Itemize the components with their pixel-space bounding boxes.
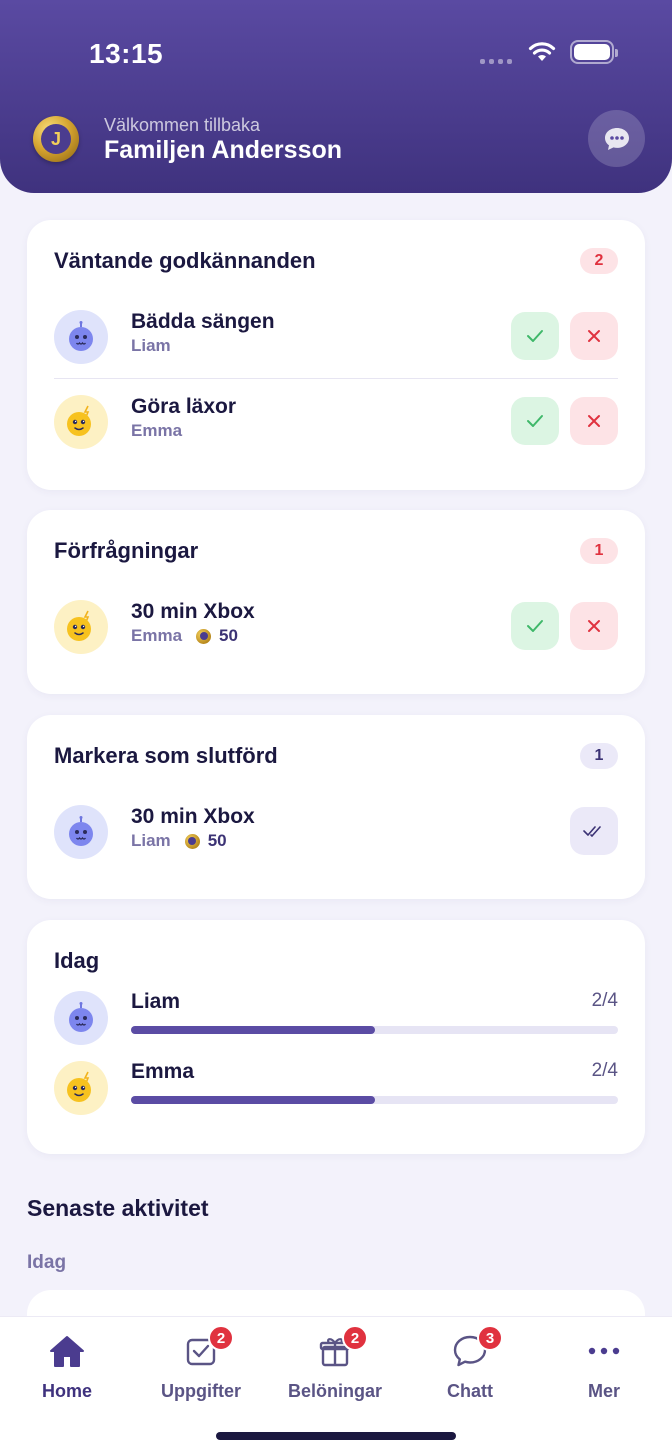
- tab-badge: 3: [477, 1325, 503, 1351]
- progress-count: 2/4: [591, 1060, 618, 1081]
- progress-child-name: Liam: [131, 990, 181, 1013]
- progress-child-name: Emma: [131, 1060, 195, 1083]
- pending-approvals-title: Väntande godkännanden: [54, 248, 316, 273]
- robot-face-icon: [69, 321, 93, 351]
- check-icon: [527, 330, 543, 342]
- today-card: Idag Liam 2/4 Emma 2/4: [27, 920, 645, 1154]
- approval-task-title: Göra läxor: [131, 395, 237, 418]
- tab-label: Home: [41, 1381, 92, 1401]
- more-dots-icon: [588, 1347, 620, 1355]
- mark-done-card: Markera som slutförd 1 30 min Xbox Liam …: [27, 715, 645, 899]
- liam-avatar: [54, 805, 108, 859]
- emma-avatar: [54, 395, 108, 449]
- double-check-icon: [583, 826, 601, 837]
- welcome-subtitle: Välkommen tillbaka: [104, 115, 261, 135]
- reject-button[interactable]: [570, 397, 618, 445]
- recent-activity-group-label: Idag: [27, 1252, 67, 1273]
- tab-tasks[interactable]: 2 Uppgifter: [134, 1325, 268, 1402]
- coin-icon: [184, 833, 200, 849]
- emma-avatar: [54, 1061, 108, 1115]
- approval-child-name: Liam: [131, 336, 171, 356]
- approve-button[interactable]: [511, 602, 559, 650]
- chat-bubble-icon: [604, 127, 629, 150]
- smiley-face-icon: [67, 1071, 91, 1102]
- coin-cost: 50: [219, 626, 238, 645]
- child-name: Emma: [131, 421, 183, 440]
- mark-done-title: Markera som slutförd: [54, 743, 278, 768]
- child-name: Liam: [131, 336, 171, 355]
- mark-done-count-badge: 1: [580, 743, 618, 769]
- mark-done-reward-title: 30 min Xbox: [131, 805, 255, 828]
- home-indicator: [216, 1432, 456, 1440]
- smiley-face-icon: [67, 610, 91, 641]
- coin-cost: 50: [207, 831, 227, 850]
- tab-label: Mer: [587, 1381, 620, 1401]
- robot-face-icon: [69, 1002, 93, 1032]
- tab-chat[interactable]: 3 Chatt: [403, 1325, 537, 1402]
- emma-avatar: [54, 600, 108, 654]
- pending-approvals-card: Väntande godkännanden 2 Bädda sängen Lia…: [27, 220, 645, 490]
- tab-more[interactable]: Mer: [537, 1331, 671, 1402]
- progress-row-liam: Liam 2/4: [54, 988, 618, 1048]
- requests-card: Förfrågningar 1 30 min Xbox Emma 50: [27, 510, 645, 694]
- smiley-face-icon: [67, 405, 91, 436]
- approval-task-title: Bädda sängen: [131, 310, 275, 333]
- request-meta: Emma 50: [131, 626, 238, 646]
- approval-child-name: Emma: [131, 421, 182, 441]
- pending-approvals-count-badge: 2: [580, 248, 618, 274]
- requests-title: Förfrågningar: [54, 538, 199, 563]
- approval-row-emma: Göra läxor Emma: [54, 392, 618, 452]
- tab-label: Uppgifter: [161, 1381, 241, 1401]
- progress-row-emma: Emma 2/4: [54, 1058, 618, 1118]
- progress-bar-fill: [131, 1096, 375, 1104]
- mark-done-button[interactable]: [570, 807, 618, 855]
- check-icon: [527, 620, 543, 632]
- coin-icon: [196, 628, 212, 644]
- progress-bar: [131, 1026, 618, 1034]
- tab-badge: 2: [208, 1325, 234, 1351]
- approve-button[interactable]: [511, 397, 559, 445]
- mark-done-meta: Liam 50: [131, 831, 227, 851]
- divider: [54, 378, 618, 379]
- family-logo: J: [33, 116, 79, 162]
- app-header: 13:15 J Välkommen tillbaka Familjen Ande…: [0, 0, 672, 193]
- approve-button[interactable]: [511, 312, 559, 360]
- close-icon: [588, 415, 600, 427]
- wifi-icon: [528, 42, 556, 61]
- liam-avatar: [54, 991, 108, 1045]
- family-name: Familjen Andersson: [104, 136, 343, 164]
- check-icon: [527, 415, 543, 427]
- signal-icon: [480, 58, 512, 64]
- child-name: Emma: [131, 626, 183, 645]
- recent-activity-title: Senaste aktivitet: [27, 1195, 209, 1221]
- tab-label: Belöningar: [287, 1381, 382, 1401]
- tab-rewards[interactable]: 2 Belöningar: [268, 1325, 402, 1402]
- request-reward-title: 30 min Xbox: [131, 600, 255, 623]
- reject-button[interactable]: [570, 602, 618, 650]
- robot-face-icon: [69, 816, 93, 846]
- logo-letter: J: [41, 124, 71, 154]
- battery-icon: [570, 40, 618, 64]
- status-icons: [480, 40, 618, 64]
- tab-label: Chatt: [447, 1381, 493, 1401]
- today-title: Idag: [54, 948, 100, 973]
- close-icon: [588, 330, 600, 342]
- mark-done-row-liam: 30 min Xbox Liam 50: [54, 802, 618, 862]
- reject-button[interactable]: [570, 312, 618, 360]
- home-icon: [50, 1336, 84, 1367]
- approval-row-liam: Bädda sängen Liam: [54, 307, 618, 367]
- child-name: Liam: [131, 831, 171, 850]
- close-icon: [588, 620, 600, 632]
- liam-avatar: [54, 310, 108, 364]
- status-time: 13:15: [89, 38, 164, 69]
- progress-count: 2/4: [591, 990, 618, 1011]
- request-row-emma: 30 min Xbox Emma 50: [54, 597, 618, 657]
- chat-button[interactable]: [588, 110, 645, 167]
- requests-count-badge: 1: [580, 538, 618, 564]
- tab-badge: 2: [342, 1325, 368, 1351]
- tab-home[interactable]: Home: [0, 1331, 134, 1402]
- progress-bar-fill: [131, 1026, 375, 1034]
- progress-bar: [131, 1096, 618, 1104]
